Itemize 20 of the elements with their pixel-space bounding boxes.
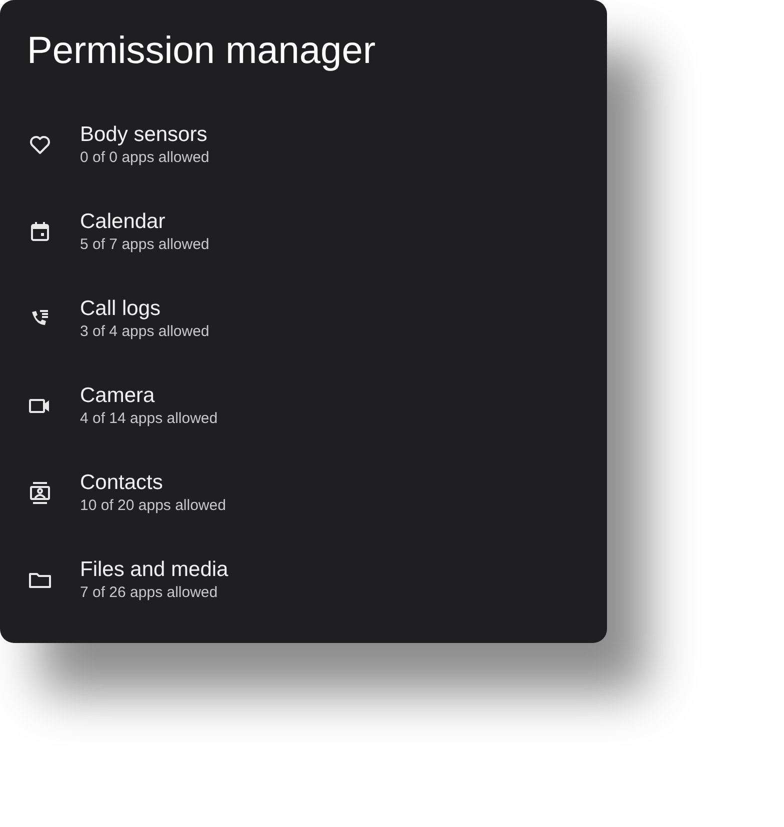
permission-item[interactable]: Calendar 5 of 7 apps allowed — [0, 188, 607, 275]
permission-name: Files and media — [80, 556, 228, 582]
apps-allowed-count: 10 of 20 apps allowed — [80, 496, 226, 516]
permission-item[interactable]: Files and media 7 of 26 apps allowed — [0, 536, 607, 623]
permission-item[interactable]: Body sensors 0 of 0 apps allowed — [0, 101, 607, 188]
contact-card-icon — [27, 480, 53, 506]
permission-name: Camera — [80, 382, 156, 408]
permission-item[interactable]: Contacts 10 of 20 apps allowed — [0, 449, 607, 536]
apps-allowed-count: 5 of 7 apps allowed — [80, 234, 210, 254]
page-title: Permission manager — [27, 29, 376, 74]
permission-item[interactable]: Camera 4 of 14 apps allowed — [0, 362, 607, 449]
apps-allowed-count: 3 of 4 apps allowed — [80, 322, 210, 342]
apps-allowed-count: 0 of 0 apps allowed — [80, 148, 210, 168]
permission-name: Calendar — [80, 208, 166, 234]
permission-name: Contacts — [80, 470, 164, 496]
apps-allowed-count: 7 of 26 apps allowed — [80, 582, 219, 602]
permission-name: Body sensors — [80, 122, 208, 148]
permission-item[interactable]: Call logs 3 of 4 apps allowed — [0, 275, 607, 362]
permission-name: Call logs — [80, 296, 162, 322]
apps-allowed-count: 4 of 14 apps allowed — [80, 408, 218, 428]
